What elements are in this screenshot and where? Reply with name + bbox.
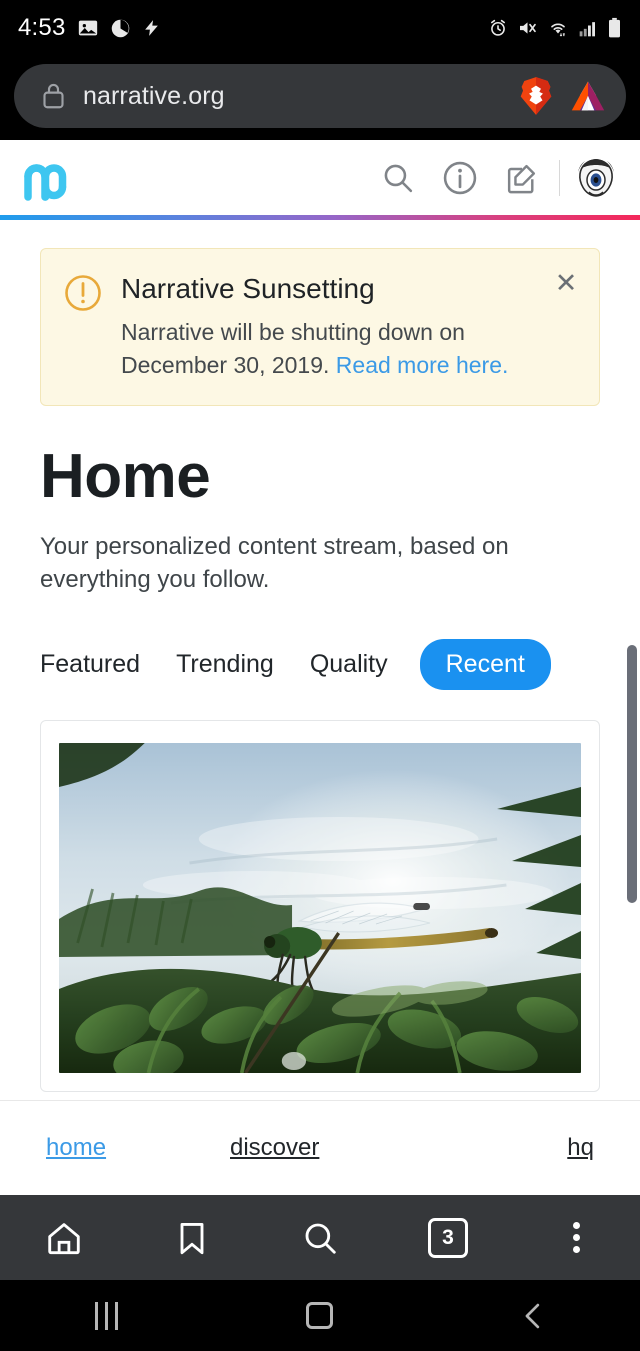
sunsetting-alert-banner: Narrative Sunsetting Narrative will be s… <box>40 248 600 406</box>
url-bar[interactable]: narrative.org <box>14 64 626 128</box>
bat-triangle-icon[interactable] <box>570 78 606 114</box>
header-divider <box>559 159 560 196</box>
signal-icon <box>579 22 595 37</box>
footer-link-home[interactable]: home <box>46 1134 106 1162</box>
search-icon <box>384 164 413 192</box>
android-recents-button[interactable] <box>0 1280 213 1351</box>
home-icon <box>306 1302 334 1329</box>
android-back-button[interactable] <box>427 1280 640 1351</box>
footer-link-hq[interactable]: hq <box>567 1134 594 1162</box>
status-clock: 4:53 <box>18 14 66 41</box>
browser-search-button[interactable] <box>256 1195 384 1280</box>
status-left-group: 4:53 <box>18 14 161 42</box>
tab-trending[interactable]: Trending <box>158 640 292 689</box>
compose-button[interactable] <box>491 147 553 209</box>
header-icon-group <box>367 147 620 209</box>
feed-tab-bar: Featured Trending Quality Recent <box>40 638 620 690</box>
back-icon <box>525 1303 540 1328</box>
browser-url-bar-container: narrative.org <box>0 56 640 140</box>
page-content: Narrative Sunsetting Narrative will be s… <box>0 248 640 1195</box>
tab-count-badge: 3 <box>428 1217 468 1258</box>
page-title: Home <box>40 441 211 511</box>
recents-icon <box>95 1301 119 1330</box>
android-nav-bar <box>0 1280 640 1351</box>
lock-icon <box>43 83 64 109</box>
narrative-logo[interactable] <box>20 154 72 202</box>
home-icon <box>48 1222 80 1254</box>
battery-icon <box>609 17 620 38</box>
image-icon <box>78 20 97 36</box>
browser-bookmarks-button[interactable] <box>128 1195 256 1280</box>
android-status-bar: 4:53 <box>0 0 640 56</box>
close-icon[interactable]: ✕ <box>551 269 581 299</box>
browser-menu-button[interactable] <box>512 1195 640 1280</box>
web-page-viewport: Narrative Sunsetting Narrative will be s… <box>0 140 640 1195</box>
volume-mute-icon <box>520 22 536 34</box>
site-header <box>0 140 640 215</box>
status-right-group <box>488 17 622 39</box>
brave-rewards-icon <box>111 19 129 37</box>
page-scrollbar[interactable] <box>627 645 637 903</box>
feed-card[interactable] <box>40 719 600 1092</box>
flash-icon <box>144 20 158 36</box>
brave-lion-icon[interactable] <box>518 76 554 116</box>
page-subtitle: Your personalized content stream, based … <box>40 532 509 593</box>
brand-gradient-divider <box>0 215 640 220</box>
read-more-link[interactable]: Read more here. <box>336 352 509 378</box>
search-icon <box>305 1223 336 1254</box>
tab-quality[interactable]: Quality <box>292 640 406 689</box>
url-text[interactable]: narrative.org <box>83 82 502 111</box>
footer-link-discover[interactable]: discover <box>230 1134 319 1162</box>
user-avatar[interactable] <box>572 155 620 200</box>
search-button[interactable] <box>367 147 429 209</box>
site-footer: home discover hq <box>0 1100 640 1195</box>
android-home-button[interactable] <box>213 1280 426 1351</box>
compose-icon <box>507 164 536 193</box>
alert-title: Narrative Sunsetting <box>121 273 375 304</box>
damselfly-photo[interactable] <box>59 742 581 1073</box>
warning-icon <box>65 275 101 311</box>
info-button[interactable] <box>429 147 491 209</box>
browser-tab-switcher-button[interactable]: 3 <box>384 1195 512 1280</box>
alert-body: Narrative Sunsetting Narrative will be s… <box>121 271 579 383</box>
tab-recent[interactable]: Recent <box>419 638 551 690</box>
browser-home-button[interactable] <box>0 1195 128 1280</box>
browser-bottom-toolbar: 3 <box>0 1195 640 1280</box>
alert-message: Narrative will be shutting down on Decem… <box>121 316 549 383</box>
alarm-icon <box>491 19 505 36</box>
wifi-icon <box>551 23 566 37</box>
info-icon <box>443 161 477 194</box>
more-vertical-icon <box>572 1222 580 1253</box>
bookmark-icon <box>180 1222 204 1254</box>
tab-featured[interactable]: Featured <box>40 640 158 689</box>
